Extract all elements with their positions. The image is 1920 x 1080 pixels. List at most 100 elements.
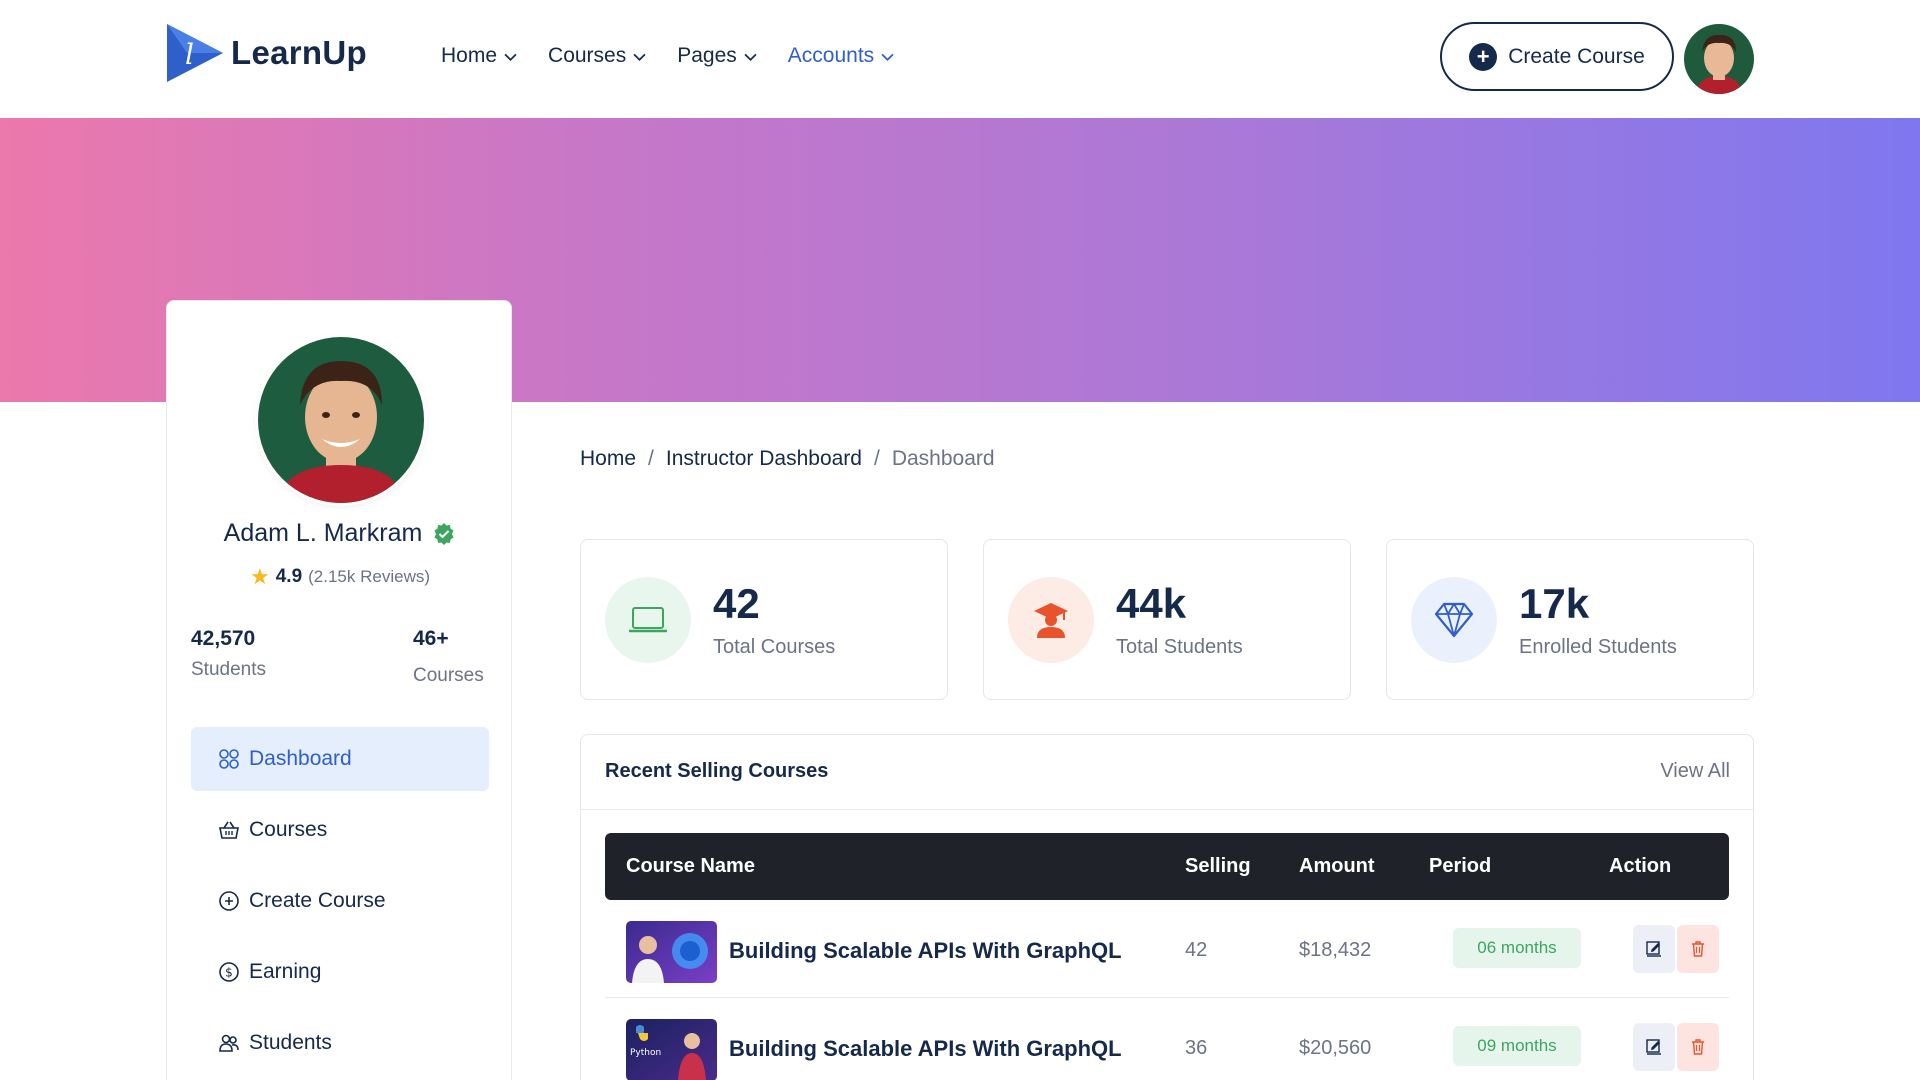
stat-value: 17k [1519,580,1590,627]
profile-photo [258,337,424,503]
diamond-icon [1411,577,1497,663]
breadcrumb-current: Dashboard [891,447,995,470]
sidebar-item-create-course[interactable]: Create Course [191,869,489,933]
sidebar-item-dashboard[interactable]: Dashboard [191,727,489,791]
breadcrumb-separator: / [648,447,654,470]
course-selling: 42 [1185,939,1208,961]
svg-text:l: l [185,38,194,71]
sidebar-item-courses[interactable]: Courses [191,798,489,862]
edit-button[interactable] [1633,1023,1675,1071]
recent-selling-courses-panel: Recent Selling Courses View All Course N… [580,734,1754,1080]
column-course-name[interactable]: Course Name [626,855,755,878]
profile-sidebar: Adam L. Markram ★ 4.9 (2.15k Reviews) 42… [166,300,512,1080]
brand-name: LearnUp [231,34,367,71]
logo-icon: l [167,24,223,82]
view-all-link[interactable]: View All [1660,760,1730,783]
sidebar-menu: Dashboard Courses Create Course $ Earnin… [191,727,489,1080]
nav-courses-label: Courses [548,44,627,67]
table-row: Building Scalable APIs With GraphQL 42 $… [605,900,1729,998]
course-name[interactable]: Building Scalable APIs With GraphQL [729,938,1122,964]
nav-courses[interactable]: Courses [548,44,646,68]
chevron-down-icon [744,53,757,61]
nav-pages[interactable]: Pages [677,44,757,68]
dashboard-icon [219,749,239,769]
nav-accounts-label: Accounts [787,44,875,67]
column-action: Action [1609,855,1672,877]
panel-title: Recent Selling Courses [605,760,829,782]
course-thumbnail[interactable]: Python [626,1019,717,1080]
delete-button[interactable] [1677,1023,1719,1071]
sidebar-item-label: Earning [249,960,322,983]
period-badge: 06 months [1453,928,1581,968]
edit-button[interactable] [1633,925,1675,973]
course-amount: $18,432 [1299,939,1372,961]
stat-value: 44k [1116,580,1187,627]
nav-home[interactable]: Home [441,44,517,68]
rating-score: 4.9 [275,566,303,587]
nav-accounts[interactable]: Accounts [788,44,894,68]
user-avatar[interactable] [1684,24,1754,94]
stat-card-total-courses: 42 Total Courses [580,539,948,700]
rating-reviews: (2.15k Reviews) [308,567,431,586]
nav-pages-label: Pages [677,44,737,67]
course-amount: $20,560 [1299,1037,1372,1059]
profile-name: Adam L. Markram [167,519,513,548]
sidebar-item-label: Create Course [249,889,386,912]
breadcrumb-home[interactable]: Home [580,447,636,471]
breadcrumb: Home / Instructor Dashboard / Dashboard [580,447,995,471]
star-icon: ★ [249,564,270,589]
divider [581,809,1753,810]
column-period[interactable]: Period [1429,855,1491,878]
profile-name-text: Adam L. Markram [223,519,423,547]
period-badge: 09 months [1453,1026,1581,1066]
sidebar-item-students[interactable]: Students [191,1011,489,1075]
delete-button[interactable] [1677,925,1719,973]
column-amount[interactable]: Amount [1299,855,1375,878]
basket-icon [219,821,239,839]
stat-card-enrolled-students: 17k Enrolled Students [1386,539,1754,700]
sidebar-item-label: Students [249,1031,332,1054]
plus-circle-icon [219,891,239,911]
sidebar-item-earning[interactable]: $ Earning [191,940,489,1004]
stat-label: Total Students [1116,636,1243,658]
chevron-down-icon [633,53,646,61]
course-thumbnail[interactable] [626,921,717,983]
students-stat: 42,570 Students [191,627,266,681]
verified-badge-icon [434,522,454,545]
create-course-button[interactable]: + Create Course [1440,22,1674,91]
avatar-image [1684,24,1754,94]
course-name[interactable]: Building Scalable APIs With GraphQL [729,1036,1122,1062]
stat-value: 42 [713,580,760,627]
main-nav: Home Courses Pages Accounts [441,44,894,68]
courses-stat: 46+ Courses [413,627,484,687]
table-row: Python Building Scalable APIs With Graph… [605,998,1729,1080]
plus-icon: + [1469,42,1498,71]
stat-label: Total Courses [713,636,836,658]
stat-label: Enrolled Students [1519,636,1677,658]
profile-rating: ★ 4.9 (2.15k Reviews) [167,564,513,590]
users-icon [219,1034,239,1052]
create-course-label: Create Course [1508,44,1645,68]
chevron-down-icon [504,53,517,61]
students-label: Students [191,659,266,680]
trash-icon [1692,941,1704,957]
courses-count: 46+ [413,627,449,650]
edit-icon [1646,1039,1661,1055]
thumb-label: Python [630,1048,661,1058]
laptop-icon [605,577,691,663]
profile-avatar [258,337,424,503]
stat-card-total-students: 44k Total Students [983,539,1351,700]
students-count: 42,570 [191,627,256,650]
table-header: Course Name Selling Amount Period Action [605,833,1729,900]
dollar-circle-icon: $ [219,962,239,982]
top-header: l LearnUp Home Courses Pages Accounts + … [0,0,1920,118]
sidebar-item-label: Dashboard [249,747,352,770]
edit-icon [1646,941,1661,957]
brand-logo[interactable]: l LearnUp [165,22,367,84]
trash-icon [1692,1039,1704,1055]
chevron-down-icon [881,53,894,61]
course-selling: 36 [1185,1037,1208,1059]
sidebar-item-label: Courses [249,818,328,841]
breadcrumb-instructor-dashboard[interactable]: Instructor Dashboard [666,447,862,471]
column-selling[interactable]: Selling [1185,855,1251,878]
